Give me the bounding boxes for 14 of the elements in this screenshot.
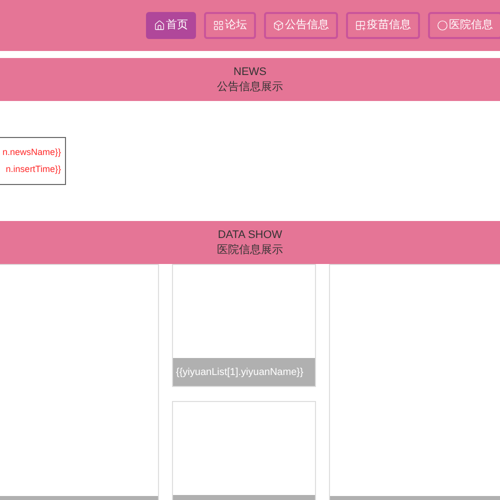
- news-name: n.newsName}}: [2, 146, 61, 159]
- section-subtitle: 公告信息展示: [217, 80, 283, 94]
- section-title: NEWS: [234, 64, 266, 80]
- nav-tab[interactable]: 论坛: [204, 12, 256, 39]
- card-caption: {{yiyuanList[1].yiyuanName}}: [173, 358, 315, 386]
- nav-tab[interactable]: 医院信息: [428, 12, 500, 39]
- news-item[interactable]: n.newsName}} n.insertTime}}: [0, 137, 66, 185]
- nav-tab[interactable]: 疫苗信息: [346, 12, 420, 39]
- nav-tab[interactable]: 公告信息: [264, 12, 338, 39]
- nav-tab[interactable]: 首页: [146, 12, 196, 39]
- news-time: n.insertTime}}: [6, 163, 61, 176]
- hospital-card[interactable]: {{yiyuanList[1].yiyuanName}}: [172, 264, 316, 387]
- section-subtitle: 医院信息展示: [217, 242, 283, 258]
- section-title: DATA SHOW: [218, 228, 282, 242]
